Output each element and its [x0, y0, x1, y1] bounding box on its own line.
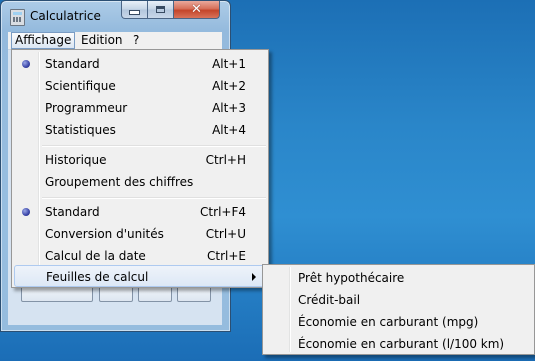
menu-item-date-calculation[interactable]: Calcul de la date Ctrl+E — [14, 245, 266, 267]
submenu-item-label: Économie en carburant (l/100 km) — [298, 337, 505, 351]
menu-affichage[interactable]: Affichage — [11, 32, 76, 49]
submenu-item-label: Économie en carburant (mpg) — [298, 315, 479, 329]
maximize-button[interactable] — [148, 1, 174, 19]
menu-item-unit-conversion[interactable]: Conversion d'unités Ctrl+U — [14, 223, 266, 245]
radio-bullet-icon — [22, 208, 30, 216]
menu-item-standard-mode[interactable]: Standard Alt+1 — [14, 53, 266, 75]
submenu-item-fuel-mpg[interactable]: Économie en carburant (mpg) — [265, 311, 533, 333]
menu-item-label: Statistiques — [45, 123, 116, 137]
menu-item-shortcut: Ctrl+F4 — [200, 205, 246, 219]
minimize-button[interactable] — [121, 1, 148, 19]
caption-buttons: ✕ — [121, 1, 220, 20]
menu-item-statistics[interactable]: Statistiques Alt+4 — [14, 119, 266, 141]
menu-separator — [42, 197, 266, 199]
worksheets-submenu: Prêt hypothécaire Crédit-bail Économie e… — [262, 264, 535, 355]
menu-item-history[interactable]: Historique Ctrl+H — [14, 149, 266, 171]
menu-item-programmer[interactable]: Programmeur Alt+3 — [14, 97, 266, 119]
menu-item-label: Scientifique — [45, 79, 116, 93]
menu-item-shortcut: Alt+1 — [212, 57, 246, 71]
submenu-item-label: Prêt hypothécaire — [298, 271, 405, 285]
menu-item-label: Groupement des chiffres — [45, 175, 194, 189]
menu-help[interactable]: ? — [130, 33, 142, 48]
submenu-arrow-icon — [252, 273, 256, 281]
menu-item-digit-grouping[interactable]: Groupement des chiffres — [14, 171, 266, 193]
calculator-icon — [10, 9, 25, 26]
submenu-item-mortgage[interactable]: Prêt hypothécaire — [265, 267, 533, 289]
window-title: Calculatrice — [30, 9, 101, 23]
title-bar[interactable]: Calculatrice ✕ — [1, 1, 230, 31]
menu-edition[interactable]: Edition — [78, 33, 126, 48]
menu-item-shortcut: Alt+3 — [212, 101, 246, 115]
radio-bullet-icon — [22, 60, 30, 68]
menu-item-shortcut: Ctrl+H — [205, 153, 246, 167]
menu-separator — [42, 145, 266, 147]
menu-item-label: Historique — [45, 153, 107, 167]
close-icon: ✕ — [191, 2, 202, 17]
close-button[interactable]: ✕ — [174, 1, 220, 19]
submenu-item-fuel-l100km[interactable]: Économie en carburant (l/100 km) — [265, 333, 533, 355]
submenu-item-label: Crédit-bail — [298, 293, 361, 307]
menu-item-label: Conversion d'unités — [45, 227, 164, 241]
menu-item-label: Programmeur — [45, 101, 128, 115]
maximize-icon — [156, 6, 165, 13]
menu-item-label: Calcul de la date — [45, 249, 146, 263]
menu-item-label: Feuilles de calcul — [46, 270, 149, 284]
menu-item-label: Standard — [45, 57, 100, 71]
menu-item-shortcut: Ctrl+E — [207, 249, 246, 263]
minimize-icon — [129, 10, 140, 15]
menu-item-shortcut: Alt+4 — [212, 123, 246, 137]
menu-item-worksheets[interactable]: Feuilles de calcul — [14, 265, 266, 287]
menu-item-basic[interactable]: Standard Ctrl+F4 — [14, 201, 266, 223]
menu-bar: Affichage Edition ? — [8, 32, 222, 50]
menu-item-scientific[interactable]: Scientifique Alt+2 — [14, 75, 266, 97]
view-menu: Standard Alt+1 Scientifique Alt+2 Progra… — [11, 49, 269, 288]
menu-item-shortcut: Alt+2 — [212, 79, 246, 93]
menu-item-label: Standard — [45, 205, 100, 219]
menu-item-shortcut: Ctrl+U — [205, 227, 246, 241]
submenu-item-lease[interactable]: Crédit-bail — [265, 289, 533, 311]
